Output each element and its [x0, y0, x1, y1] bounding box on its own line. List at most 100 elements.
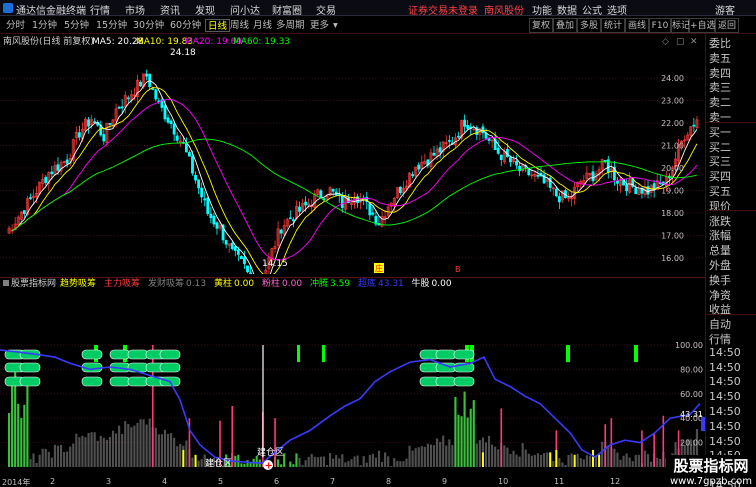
candle-body — [692, 124, 696, 127]
quote-label: 卖五 — [709, 51, 731, 65]
period-more[interactable]: 更多 — [308, 19, 331, 32]
indicator-dot-icon — [3, 280, 9, 286]
menu-shichang[interactable]: 市场 — [125, 2, 145, 17]
btn-fuquan[interactable]: 复权 — [529, 18, 553, 33]
signal-badge-icon — [109, 376, 131, 387]
menu-jiaoyi[interactable]: 交易 — [316, 2, 336, 17]
price-tick: 17.00 — [661, 232, 684, 241]
ind-bar — [166, 433, 170, 467]
green-signal-bar — [634, 345, 638, 363]
ind-bar — [454, 396, 457, 467]
watermark-title: 股票指标网 — [666, 455, 756, 476]
candle-body — [102, 134, 106, 142]
period-weekly[interactable]: 周线 — [228, 19, 251, 32]
ind-bar — [200, 459, 203, 467]
ind-bar — [527, 453, 530, 467]
candle-body — [191, 156, 194, 174]
ind-bar — [124, 421, 127, 467]
time-axis-month: 8 — [386, 477, 392, 486]
indicator-item-label: 黄柱 — [214, 277, 232, 289]
ind-bar — [524, 449, 527, 467]
ind-bar — [530, 455, 533, 467]
menu-faxian[interactable]: 发现 — [195, 2, 215, 17]
close-icon[interactable]: ✕ — [690, 37, 698, 47]
candle-body — [368, 203, 372, 216]
buy-marker: B — [455, 265, 461, 274]
period-1min[interactable]: 1分钟 — [30, 19, 59, 32]
ind-bar — [325, 465, 329, 467]
menu-zixun[interactable]: 资讯 — [160, 2, 180, 17]
candle-body — [224, 240, 228, 245]
candle-body — [230, 242, 234, 250]
ind-bar — [521, 443, 524, 467]
ind-bar — [157, 434, 160, 467]
period-fenshi[interactable]: 分时 — [4, 19, 27, 32]
btn-biaoji[interactable]: 标记 — [671, 18, 690, 33]
btn-huaxian[interactable]: 画线 — [625, 18, 649, 33]
btn-f10[interactable]: F10 — [649, 18, 671, 33]
candle-body — [239, 255, 243, 260]
indicator-chart[interactable]: 100.0080.0060.0040.0020.0043.31 建仓区 建仓区 … — [0, 277, 705, 479]
quote-label: 14:50 — [709, 390, 741, 404]
menu-shuju[interactable]: 数据 — [557, 2, 577, 17]
ind-bar — [423, 446, 426, 467]
signal-badge-icon — [159, 349, 181, 360]
candle-body — [184, 142, 188, 153]
ind-bar — [96, 440, 99, 467]
menu-xuanxiang[interactable]: 选项 — [607, 2, 627, 17]
green-signal-bar — [566, 345, 570, 363]
menu-hangqing[interactable]: 行情 — [90, 2, 110, 17]
kline-chart[interactable]: 24.00 23.00 22.00 21.00 20.00 19.00 18.00 17.00… — [0, 34, 705, 274]
ind-bar — [552, 461, 555, 467]
diamond-icon[interactable]: ◇ — [662, 37, 669, 47]
menu-caifuquan[interactable]: 财富圈 — [272, 2, 302, 17]
period-multi[interactable]: 多周期 — [274, 19, 307, 32]
time-axis-month: 6 — [274, 477, 280, 486]
user-guest[interactable]: 游客 — [715, 2, 735, 17]
ind-bar — [292, 464, 295, 467]
btn-tongji[interactable]: 统计 — [601, 18, 625, 33]
quote-label: 14:50 — [709, 434, 741, 448]
ind-bar — [350, 459, 353, 467]
quote-label: 自动 — [709, 318, 731, 332]
ind-bar — [368, 454, 371, 467]
period-30min[interactable]: 30分钟 — [131, 19, 166, 32]
ind-bar — [66, 451, 69, 467]
time-axis-month: 2 — [50, 477, 56, 486]
candle-body — [117, 106, 121, 109]
cross-marker-text: + — [265, 461, 273, 472]
chevron-down-icon[interactable]: ▾ — [331, 19, 340, 32]
menu-gongshi[interactable]: 公式 — [582, 2, 602, 17]
ind-tick: 80.00 — [680, 365, 703, 374]
ind-bar — [84, 437, 87, 467]
btn-fanhui[interactable]: 返回 — [715, 18, 739, 33]
candle-body — [249, 272, 253, 274]
period-60min[interactable]: 60分钟 — [168, 19, 203, 32]
menu-wenxiaoda[interactable]: 问小达 — [230, 2, 260, 17]
price-tick: 19.00 — [661, 187, 684, 196]
candle-body — [411, 174, 415, 177]
candle-body — [417, 164, 421, 170]
ind-bar — [289, 461, 292, 467]
period-toolbar: 分时 1分钟 5分钟 15分钟 30分钟 60分钟 日线 周线 月线 多周期 更… — [0, 17, 756, 34]
candle-body — [188, 152, 191, 157]
menu-gongneng[interactable]: 功能 — [532, 2, 552, 17]
ind-bar — [558, 458, 561, 467]
btn-duogu[interactable]: 多股 — [577, 18, 601, 33]
btn-diejia[interactable]: 叠加 — [553, 18, 577, 33]
ind-bar — [108, 436, 112, 467]
ma60-label: MA60: 19.33 — [233, 37, 290, 47]
period-monthly[interactable]: 月线 — [251, 19, 274, 32]
pink-column — [500, 408, 503, 467]
period-daily[interactable]: 日线 — [205, 19, 231, 32]
period-5min[interactable]: 5分钟 — [62, 19, 91, 32]
candle-body — [65, 159, 69, 164]
period-15min[interactable]: 15分钟 — [94, 19, 129, 32]
btn-zixuan[interactable]: +自选 — [689, 18, 716, 33]
signal-badge-icon — [453, 349, 475, 360]
maximize-icon[interactable]: ▢ — [676, 37, 685, 47]
ind-bar — [322, 456, 326, 467]
ind-tick: 100.00 — [675, 341, 703, 350]
login-notice[interactable]: 证券交易未登录 — [408, 2, 478, 17]
candle-body — [463, 119, 467, 127]
